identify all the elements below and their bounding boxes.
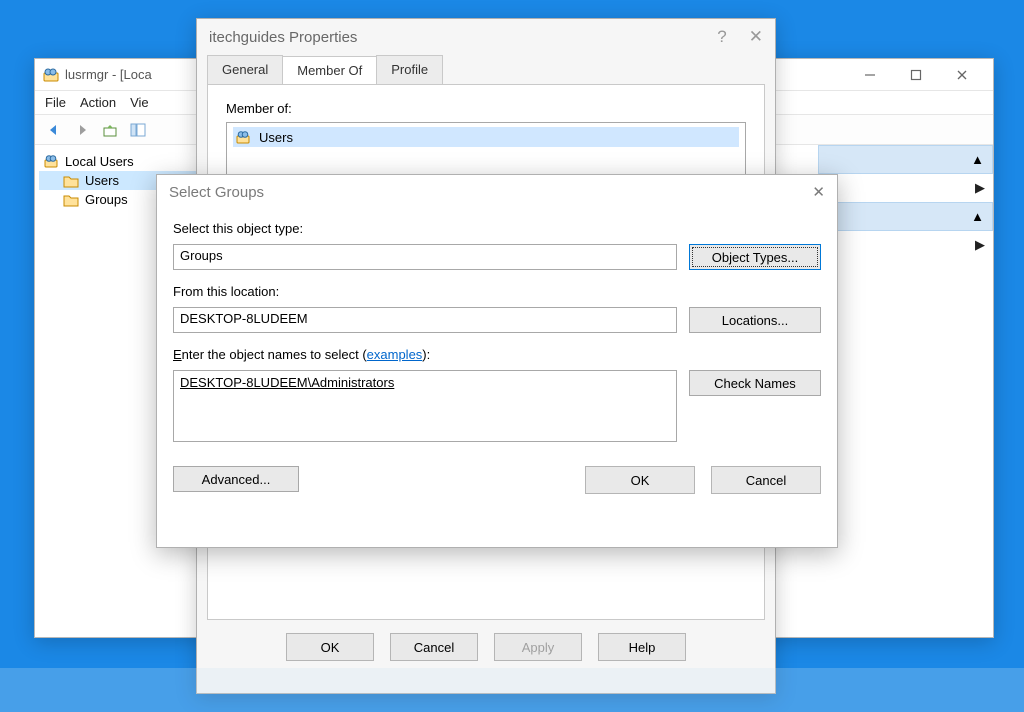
menu-view[interactable]: Vie — [130, 95, 149, 110]
select-groups-titlebar[interactable]: Select Groups ✕ — [157, 175, 837, 209]
group-icon — [235, 129, 251, 145]
lusrmgr-app-icon — [43, 67, 59, 83]
minimize-button[interactable] — [847, 60, 893, 90]
object-names-input[interactable]: DESKTOP-8LUDEEM\Administrators — [173, 370, 677, 442]
actions-more-2[interactable]: ▶ — [818, 231, 993, 259]
object-type-field: Groups — [173, 244, 677, 270]
actions-group-header[interactable]: ▲ — [818, 145, 993, 174]
member-of-label: Member of: — [226, 101, 746, 116]
advanced-button[interactable]: Advanced... — [173, 466, 299, 492]
ok-button[interactable]: OK — [585, 466, 695, 494]
actions-pane: ▲ ▶ ▲ ▶ — [818, 145, 993, 637]
properties-titlebar[interactable]: itechguides Properties ? ✕ — [197, 19, 775, 55]
enter-names-label: EEnter the object names to select (nter … — [173, 347, 821, 362]
help-button[interactable]: ? — [717, 27, 726, 47]
cancel-button[interactable]: Cancel — [711, 466, 821, 494]
examples-link[interactable]: examples — [367, 347, 423, 362]
location-label: From this location: — [173, 284, 821, 299]
ok-button[interactable]: OK — [286, 633, 374, 661]
collapse-icon: ▲ — [971, 152, 984, 167]
actions-more[interactable]: ▶ — [818, 174, 993, 202]
help-button[interactable]: Help — [598, 633, 686, 661]
close-button[interactable] — [939, 60, 985, 90]
back-button[interactable] — [41, 118, 67, 142]
folder-icon — [63, 193, 79, 207]
local-users-icon — [43, 153, 59, 169]
folder-icon — [63, 174, 79, 188]
close-icon[interactable]: ✕ — [812, 183, 825, 201]
tab-profile[interactable]: Profile — [376, 55, 443, 84]
list-item-label: Users — [259, 130, 293, 145]
select-groups-title: Select Groups — [169, 184, 264, 201]
menu-file[interactable]: File — [45, 95, 66, 110]
collapse-icon: ▲ — [971, 209, 984, 224]
close-icon[interactable]: ✕ — [749, 27, 763, 47]
check-names-button[interactable]: Check Names — [689, 370, 821, 396]
cancel-button[interactable]: Cancel — [390, 633, 478, 661]
tree-users-label: Users — [85, 173, 119, 188]
tree-root[interactable]: Local Users — [39, 151, 200, 171]
location-field: DESKTOP-8LUDEEM — [173, 307, 677, 333]
taskbar — [0, 668, 1024, 712]
properties-title: itechguides Properties — [209, 29, 357, 46]
tree-root-label: Local Users — [65, 154, 134, 169]
apply-button: Apply — [494, 633, 582, 661]
object-types-button[interactable]: Object Types... — [689, 244, 821, 270]
menu-action[interactable]: Action — [80, 95, 116, 110]
tree-groups-label: Groups — [85, 192, 128, 207]
tab-strip: General Member Of Profile — [197, 55, 775, 84]
tab-member-of[interactable]: Member Of — [282, 56, 377, 85]
object-type-label: Select this object type: — [173, 221, 821, 236]
maximize-button[interactable] — [893, 60, 939, 90]
actions-group-header-2[interactable]: ▲ — [818, 202, 993, 231]
show-hide-tree-button[interactable] — [125, 118, 151, 142]
locations-button[interactable]: Locations... — [689, 307, 821, 333]
forward-button[interactable] — [69, 118, 95, 142]
select-groups-dialog: Select Groups ✕ Select this object type:… — [156, 174, 838, 548]
tab-general[interactable]: General — [207, 55, 283, 84]
up-button[interactable] — [97, 118, 123, 142]
list-item[interactable]: Users — [233, 127, 739, 147]
